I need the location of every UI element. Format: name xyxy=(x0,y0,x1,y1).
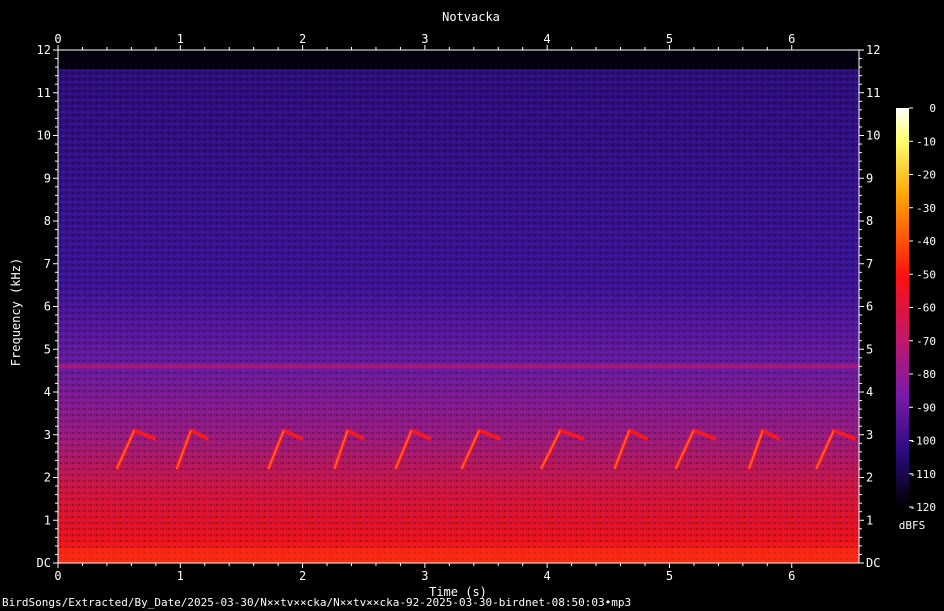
y-tick-label-left: 3 xyxy=(44,428,51,442)
y-tick-label-right: 1 xyxy=(866,513,873,527)
colorbar-tick-label: 0 xyxy=(929,102,936,115)
colorbar-tick-label: -20 xyxy=(916,169,936,182)
colorbar-tick-label: -110 xyxy=(910,468,937,481)
x-tick-label-bottom: 4 xyxy=(544,569,551,583)
colorbar-tick-label: -70 xyxy=(916,335,936,348)
x-tick-label-top: 2 xyxy=(299,32,306,46)
x-tick-label-top: 5 xyxy=(666,32,673,46)
y-tick-label-right: 8 xyxy=(866,214,873,228)
colorbar-tick-label: -90 xyxy=(916,401,936,414)
colorbar-tick-label: -100 xyxy=(910,435,937,448)
colorbar-tick-label: -40 xyxy=(916,235,936,248)
tone-line xyxy=(58,364,859,369)
y-tick-label-right: DC xyxy=(866,556,880,570)
y-tick-label-left: 10 xyxy=(37,129,51,143)
y-tick-label-right: 9 xyxy=(866,171,873,185)
x-tick-label-bottom: 1 xyxy=(177,569,184,583)
y-tick-label-left: 1 xyxy=(44,513,51,527)
y-tick-label-left: 8 xyxy=(44,214,51,228)
file-path-footer: BirdSongs/Extracted/By_Date/2025-03-30/N… xyxy=(2,596,632,609)
y-tick-label-left: 2 xyxy=(44,471,51,485)
x-tick-label-top: 3 xyxy=(421,32,428,46)
colorbar-ticks: 0 -10 -20 -30 -40 -50 -60 -70 -80 -90 -100 -110 -120 xyxy=(909,102,936,514)
x-axis-top: 0 1 2 3 4 5 6 xyxy=(54,32,795,50)
x-axis-bottom: 0 1 2 3 4 5 6 xyxy=(54,563,795,583)
x-tick-label-top: 1 xyxy=(177,32,184,46)
colorbar-tick-label: -30 xyxy=(916,202,936,215)
colorbar-tick-label: -60 xyxy=(916,302,936,315)
colorbar: 0 -10 -20 -30 -40 -50 -60 -70 -80 -90 -100 -110 -120… xyxy=(896,102,936,532)
y-tick-label-left: 12 xyxy=(37,43,51,57)
title-text: Notvacka xyxy=(442,10,500,24)
x-tick-label-top: 0 xyxy=(54,32,61,46)
spectrogram-chart: Notvacka 0123456 0123456 DC1234567891011… xyxy=(9,10,936,599)
y-tick-label-right: 10 xyxy=(866,129,880,143)
x-tick-label-bottom: 6 xyxy=(788,569,795,583)
y-tick-label-left: 4 xyxy=(44,385,51,399)
colorbar-label: dBFS xyxy=(899,519,926,532)
x-tick-label-bottom: 3 xyxy=(421,569,428,583)
spectrogram-noise xyxy=(58,67,859,563)
colorbar-tick-label: -10 xyxy=(916,135,936,148)
y-tick-label-right: 7 xyxy=(866,257,873,271)
colorbar-tick-label: -50 xyxy=(916,268,936,281)
y-tick-label-left: 6 xyxy=(44,300,51,314)
y-tick-label-right: 11 xyxy=(866,86,880,100)
y-tick-label-left: 9 xyxy=(44,171,51,185)
y-tick-label-right: 12 xyxy=(866,43,880,57)
y-tick-label-left: 7 xyxy=(44,257,51,271)
upper-cutoff-band xyxy=(58,50,859,70)
x-tick-label-bottom: 0 xyxy=(54,569,61,583)
x-tick-label-bottom: 2 xyxy=(299,569,306,583)
colorbar-tick-label: -80 xyxy=(916,368,936,381)
y-tick-label-right: 6 xyxy=(866,300,873,314)
x-tick-label-bottom: 5 xyxy=(666,569,673,583)
y-axis-left: DC123456789101112 xyxy=(37,43,58,570)
low-frequency-band xyxy=(58,548,859,563)
y-tick-label-left: 5 xyxy=(44,342,51,356)
y-axis-label: Frequency (kHz) xyxy=(9,258,23,366)
y-tick-label-right: 3 xyxy=(866,428,873,442)
y-tick-label-right: 4 xyxy=(866,385,873,399)
y-tick-label-right: 2 xyxy=(866,471,873,485)
y-tick-label-right: 5 xyxy=(866,342,873,356)
chart-title: Notvacka xyxy=(442,10,500,24)
x-tick-label-top: 6 xyxy=(788,32,795,46)
x-tick-label-top: 4 xyxy=(544,32,551,46)
colorbar-gradient xyxy=(896,108,909,507)
y-tick-label-left: 11 xyxy=(37,86,51,100)
y-tick-label-left: DC xyxy=(37,556,51,570)
colorbar-tick-label: -120 xyxy=(910,501,937,514)
y-axis-right: DC123456789101112 xyxy=(859,43,880,570)
plot-area xyxy=(57,49,860,564)
